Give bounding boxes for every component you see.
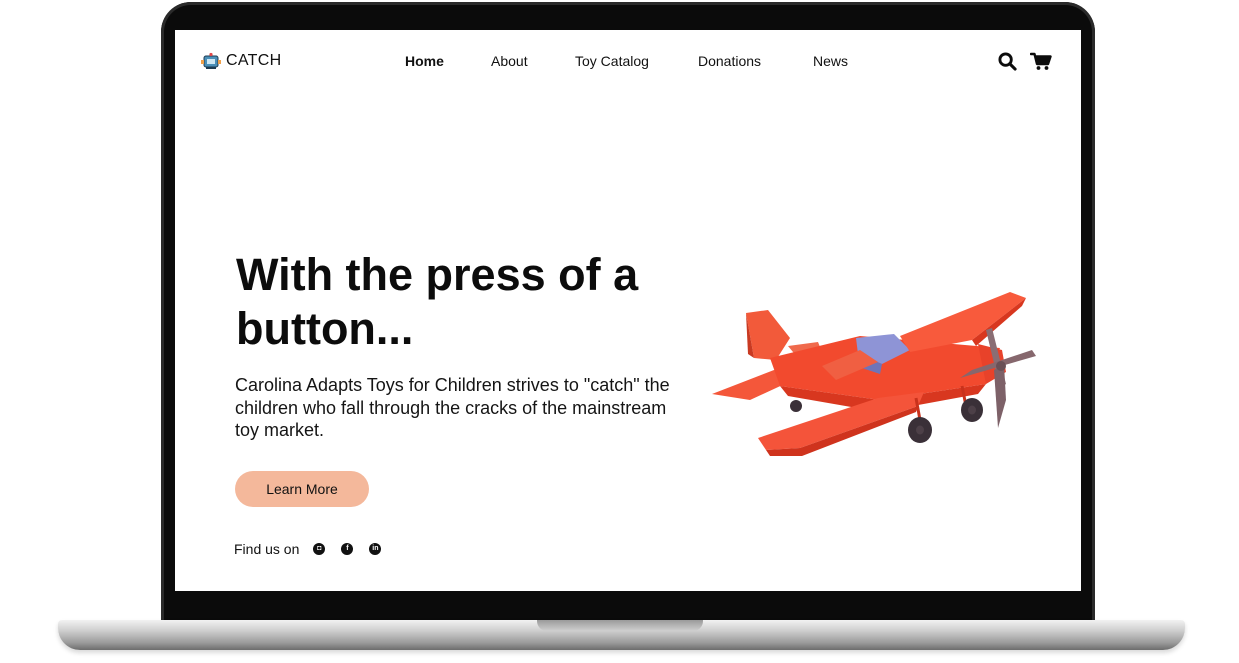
facebook-icon[interactable]: f xyxy=(341,543,354,555)
brand-name: CATCH xyxy=(226,52,282,69)
nav-item-home[interactable]: Home xyxy=(405,53,444,69)
brand[interactable]: CATCH xyxy=(201,52,281,70)
instagram-icon[interactable]: ◘ xyxy=(313,543,326,555)
nav-actions xyxy=(998,52,1052,71)
social-label: Find us on xyxy=(234,541,300,557)
search-icon[interactable] xyxy=(998,52,1017,71)
nav-item-about[interactable]: About xyxy=(491,53,528,69)
linkedin-icon[interactable]: in xyxy=(369,543,382,555)
toy-airplane-image xyxy=(712,292,1036,456)
nav-item-donations[interactable]: Donations xyxy=(698,53,761,69)
nav-item-news[interactable]: News xyxy=(813,53,848,69)
laptop-mockup: CATCH Home About Toy Catalog Donations N… xyxy=(0,0,1239,663)
social-links: Find us on ◘ f in xyxy=(234,541,397,557)
hero-description: Carolina Adapts Toys for Children strive… xyxy=(235,375,670,440)
cart-icon[interactable] xyxy=(1030,52,1052,71)
laptop-screen: CATCH Home About Toy Catalog Donations N… xyxy=(175,30,1081,591)
hero-title: With the press of a button... xyxy=(236,249,639,354)
robot-toy-icon xyxy=(201,52,221,70)
learn-more-button[interactable]: Learn More xyxy=(235,471,369,507)
nav-item-toy-catalog[interactable]: Toy Catalog xyxy=(575,53,649,69)
laptop-notch xyxy=(537,620,703,631)
